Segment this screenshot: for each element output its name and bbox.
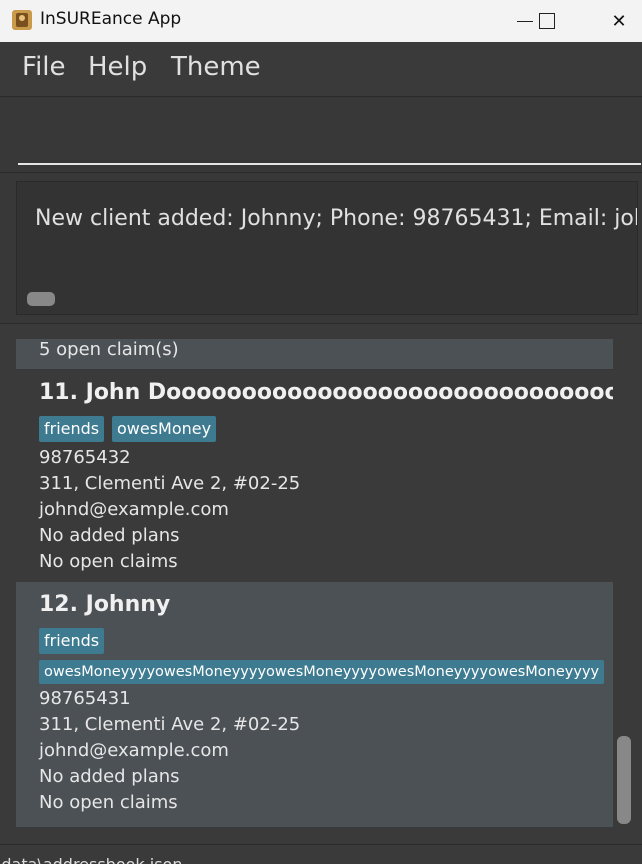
client-phone: 98765431 bbox=[39, 688, 131, 709]
client-name: 11. John Doooooooooooooooooooooooooooooo… bbox=[39, 380, 613, 405]
client-claims: 5 open claim(s) bbox=[39, 339, 179, 360]
command-area bbox=[0, 96, 642, 173]
window-title: InSUREance App bbox=[40, 9, 182, 29]
app-icon bbox=[12, 10, 32, 30]
menu-help[interactable]: Help bbox=[88, 52, 147, 82]
maximize-icon bbox=[539, 13, 555, 29]
client-tag: owesMoneyyyyowesMoneyyyyowesMoneyyyyowes… bbox=[39, 660, 605, 684]
client-address: 311, Clementi Ave 2, #02-25 bbox=[39, 473, 301, 494]
client-phone: 98765432 bbox=[39, 447, 131, 468]
client-claims: No open claims bbox=[39, 551, 178, 572]
close-icon: ✕ bbox=[611, 10, 627, 32]
list-item[interactable]: 5 open claim(s) bbox=[16, 339, 613, 369]
client-claims: No open claims bbox=[39, 792, 178, 813]
client-list-area: 5 open claim(s) 11. John Doooooooooooooo… bbox=[0, 324, 642, 844]
client-name: 12. Johnny bbox=[39, 592, 171, 617]
command-input[interactable] bbox=[18, 97, 641, 165]
result-display: New client added: Johnny; Phone: 9876543… bbox=[0, 172, 642, 325]
client-address: 311, Clementi Ave 2, #02-25 bbox=[39, 714, 301, 735]
client-email: johnd@example.com bbox=[39, 499, 229, 520]
menu-theme[interactable]: Theme bbox=[171, 52, 261, 82]
client-email: johnd@example.com bbox=[39, 740, 229, 761]
status-bar: \data\addressbook.json bbox=[0, 844, 642, 864]
client-tag: owesMoney bbox=[112, 416, 217, 442]
client-tag: friends bbox=[39, 416, 105, 442]
close-button[interactable]: ✕ bbox=[596, 0, 642, 42]
list-item[interactable]: 11. John Doooooooooooooooooooooooooooooo… bbox=[16, 370, 613, 582]
title-bar: InSUREance App ✕ bbox=[0, 0, 642, 42]
vertical-scrollbar[interactable] bbox=[617, 736, 631, 824]
horizontal-scrollbar[interactable] bbox=[27, 292, 55, 306]
result-text: New client added: Johnny; Phone: 9876543… bbox=[35, 206, 638, 231]
client-plans: No added plans bbox=[39, 525, 180, 546]
client-plans: No added plans bbox=[39, 766, 180, 787]
client-list[interactable]: 5 open claim(s) 11. John Doooooooooooooo… bbox=[16, 339, 613, 827]
maximize-button[interactable] bbox=[524, 0, 570, 42]
menu-file[interactable]: File bbox=[22, 52, 66, 82]
result-box[interactable]: New client added: Johnny; Phone: 9876543… bbox=[16, 181, 638, 315]
menu-bar: File Help Theme bbox=[0, 42, 642, 96]
list-item[interactable]: 12. Johnny friends owesMoneyyyyowesMoney… bbox=[16, 582, 613, 827]
client-tag: friends bbox=[39, 628, 105, 654]
